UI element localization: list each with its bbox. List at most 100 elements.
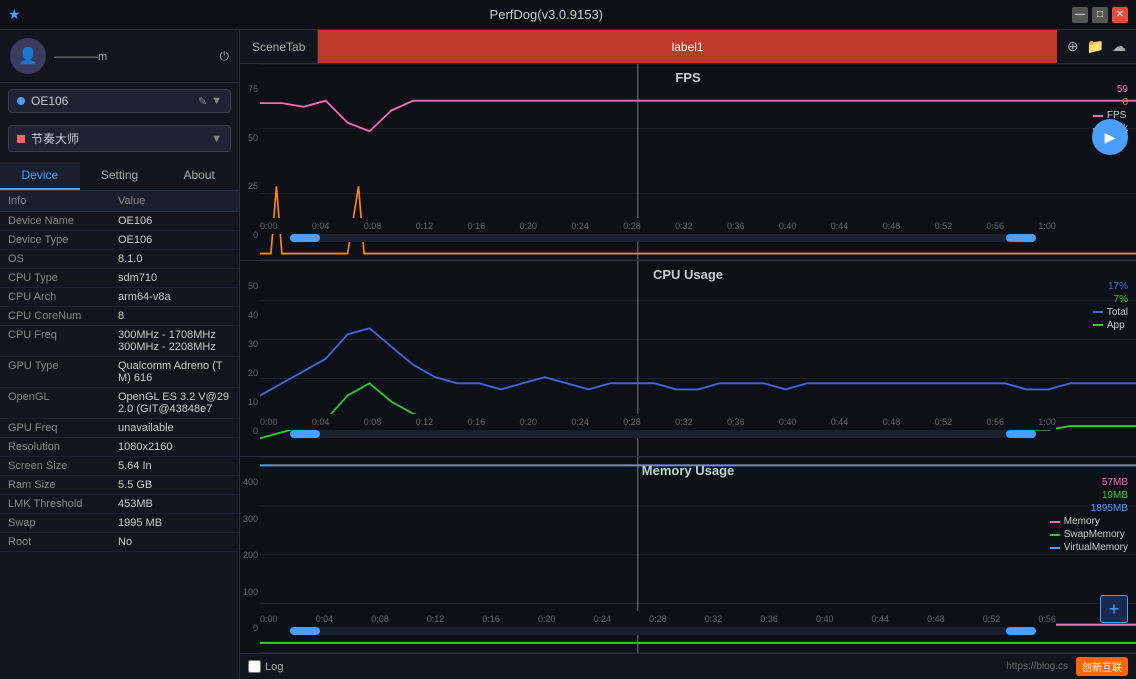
- maximize-button[interactable]: □: [1092, 7, 1108, 23]
- info-row: Resolution1080x2160: [0, 438, 239, 457]
- device-label: OE106: [31, 94, 192, 108]
- fps-value: 59: [1093, 84, 1128, 95]
- fps-time-axis: 0:000:040:080:120:160:200:240:280:320:36…: [260, 218, 1056, 234]
- fps-y-label: 75 50 25 0: [240, 64, 260, 260]
- fps-chart: FPS 75 50 25 0: [240, 64, 1136, 261]
- info-row-value: 453MB: [118, 498, 231, 510]
- info-row-value: 5.64 In: [118, 460, 231, 472]
- cpu-chart-title: CPU Usage: [653, 267, 723, 282]
- value-col-header: Value: [118, 195, 231, 207]
- info-row: OpenGLOpenGL ES 3.2 V@292.0 (GIT@43848e7: [0, 388, 239, 419]
- edit-icon[interactable]: ✎: [198, 95, 207, 108]
- user-name: ————m: [54, 51, 107, 63]
- app-label: 节奏大师: [31, 130, 205, 147]
- bottom-url: https://blog.cs: [291, 661, 1068, 672]
- memory-scrollbar[interactable]: [290, 627, 1036, 635]
- scene-tab[interactable]: SceneTab: [240, 30, 318, 63]
- info-row: CPU Archarm64-v8a: [0, 288, 239, 307]
- cpu-scrollbar-thumb-right: [1006, 430, 1036, 438]
- info-row: Screen Size5.64 In: [0, 457, 239, 476]
- info-row-value: 1080x2160: [118, 441, 231, 453]
- app-title: PerfDog(v3.0.9153): [21, 7, 1072, 22]
- info-row-value: 8.1.0: [118, 253, 231, 265]
- title-bar: ★ PerfDog(v3.0.9153) — □ ✕: [0, 0, 1136, 30]
- cpu-y-label: 50 40 30 20 10 0: [240, 261, 260, 457]
- charts-area: ▶ FPS 75 50 25 0: [240, 64, 1136, 653]
- info-row-value: 8: [118, 310, 231, 322]
- cpu-app-value: 7%: [1093, 294, 1128, 305]
- scene-tab-bar: SceneTab label1 ⊕ 📁 ☁: [240, 30, 1136, 64]
- info-row-label: GPU Type: [8, 360, 118, 372]
- info-row-label: Resolution: [8, 441, 118, 453]
- app-icon-dot: [17, 135, 25, 143]
- device-selector[interactable]: OE106 ✎ ▼: [8, 89, 231, 113]
- cloud-icon[interactable]: ☁: [1112, 38, 1126, 55]
- cpu-legend: 17% 7% Total App: [1093, 281, 1128, 331]
- info-row-label: LMK Threshold: [8, 498, 118, 510]
- info-row-label: Root: [8, 536, 118, 548]
- swap-legend-item: SwapMemory: [1050, 529, 1128, 540]
- info-row-value: 300MHz - 1708MHz 300MHz - 2208MHz: [118, 329, 231, 353]
- bottom-bar: Log https://blog.cs 创新互联: [240, 653, 1136, 679]
- bottom-logo: 创新互联: [1076, 657, 1128, 676]
- fps-scrollbar-thumb-right: [1006, 234, 1036, 242]
- info-row: GPU TypeQualcomm Adreno (TM) 616: [0, 357, 239, 388]
- memory-scrollbar-thumb-left: [290, 627, 320, 635]
- active-scene-label[interactable]: label1: [318, 30, 1056, 63]
- main-layout: 👤 ————m ⏻ OE106 ✎ ▼ 节奏大师 ▼ Device: [0, 30, 1136, 679]
- swap-value: 19MB: [1050, 490, 1128, 501]
- close-button[interactable]: ✕: [1112, 7, 1128, 23]
- info-row: RootNo: [0, 533, 239, 552]
- chevron-down-icon[interactable]: ▼: [211, 95, 222, 108]
- log-checkbox-area[interactable]: Log: [248, 660, 283, 673]
- info-row: CPU Freq300MHz - 1708MHz 300MHz - 2208MH…: [0, 326, 239, 357]
- info-row-label: CPU Type: [8, 272, 118, 284]
- power-icon[interactable]: ⏻: [220, 49, 230, 64]
- right-panel: SceneTab label1 ⊕ 📁 ☁ ▶ FPS 75 50 25 0: [240, 30, 1136, 679]
- info-row-label: CPU CoreNum: [8, 310, 118, 322]
- scene-right-icons: ⊕ 📁 ☁: [1057, 38, 1136, 55]
- folder-icon[interactable]: 📁: [1087, 38, 1104, 55]
- info-row: GPU Frequnavailable: [0, 419, 239, 438]
- info-row-value: No: [118, 536, 231, 548]
- tab-about[interactable]: About: [159, 162, 239, 190]
- virtual-value: 1895MB: [1050, 503, 1128, 514]
- info-row-label: Swap: [8, 517, 118, 529]
- cpu-app-legend: App: [1093, 320, 1128, 331]
- info-table: Info Value Device NameOE106Device TypeOE…: [0, 191, 239, 679]
- info-row-value: sdm710: [118, 272, 231, 284]
- info-row-label: CPU Freq: [8, 329, 118, 341]
- add-chart-button[interactable]: +: [1100, 595, 1128, 623]
- info-row-value: OE106: [118, 234, 231, 246]
- info-table-header: Info Value: [0, 191, 239, 212]
- tab-bar: Device Setting About: [0, 162, 239, 191]
- tab-device[interactable]: Device: [0, 162, 80, 190]
- info-row-value: 1995 MB: [118, 517, 231, 529]
- cpu-scrollbar[interactable]: [290, 430, 1036, 438]
- info-row: CPU Typesdm710: [0, 269, 239, 288]
- info-col-header: Info: [8, 195, 118, 207]
- memory-scrollbar-thumb-right: [1006, 627, 1036, 635]
- info-row-label: OS: [8, 253, 118, 265]
- cpu-scrollbar-thumb-left: [290, 430, 320, 438]
- memory-legend: 57MB 19MB 1895MB Memory SwapMemory Virtu…: [1050, 477, 1128, 553]
- log-checkbox[interactable]: [248, 660, 261, 673]
- app-selector[interactable]: 节奏大师 ▼: [8, 125, 231, 152]
- avatar: 👤: [10, 38, 46, 74]
- info-row-label: OpenGL: [8, 391, 118, 403]
- window-controls: — □ ✕: [1072, 7, 1128, 23]
- play-button[interactable]: ▶: [1092, 119, 1128, 155]
- jank-value: 0: [1093, 97, 1128, 108]
- fps-chart-title: FPS: [675, 70, 700, 85]
- info-row-value: OE106: [118, 215, 231, 227]
- info-row: Swap1995 MB: [0, 514, 239, 533]
- target-icon[interactable]: ⊕: [1067, 38, 1079, 55]
- app-icon: ★: [8, 6, 21, 23]
- minimize-button[interactable]: —: [1072, 7, 1088, 23]
- info-row-label: Ram Size: [8, 479, 118, 491]
- app-chevron-down-icon[interactable]: ▼: [211, 133, 222, 145]
- info-row-label: Screen Size: [8, 460, 118, 472]
- app-selector-icons: ▼: [211, 133, 222, 145]
- fps-scrollbar[interactable]: [290, 234, 1036, 242]
- tab-setting[interactable]: Setting: [80, 162, 160, 190]
